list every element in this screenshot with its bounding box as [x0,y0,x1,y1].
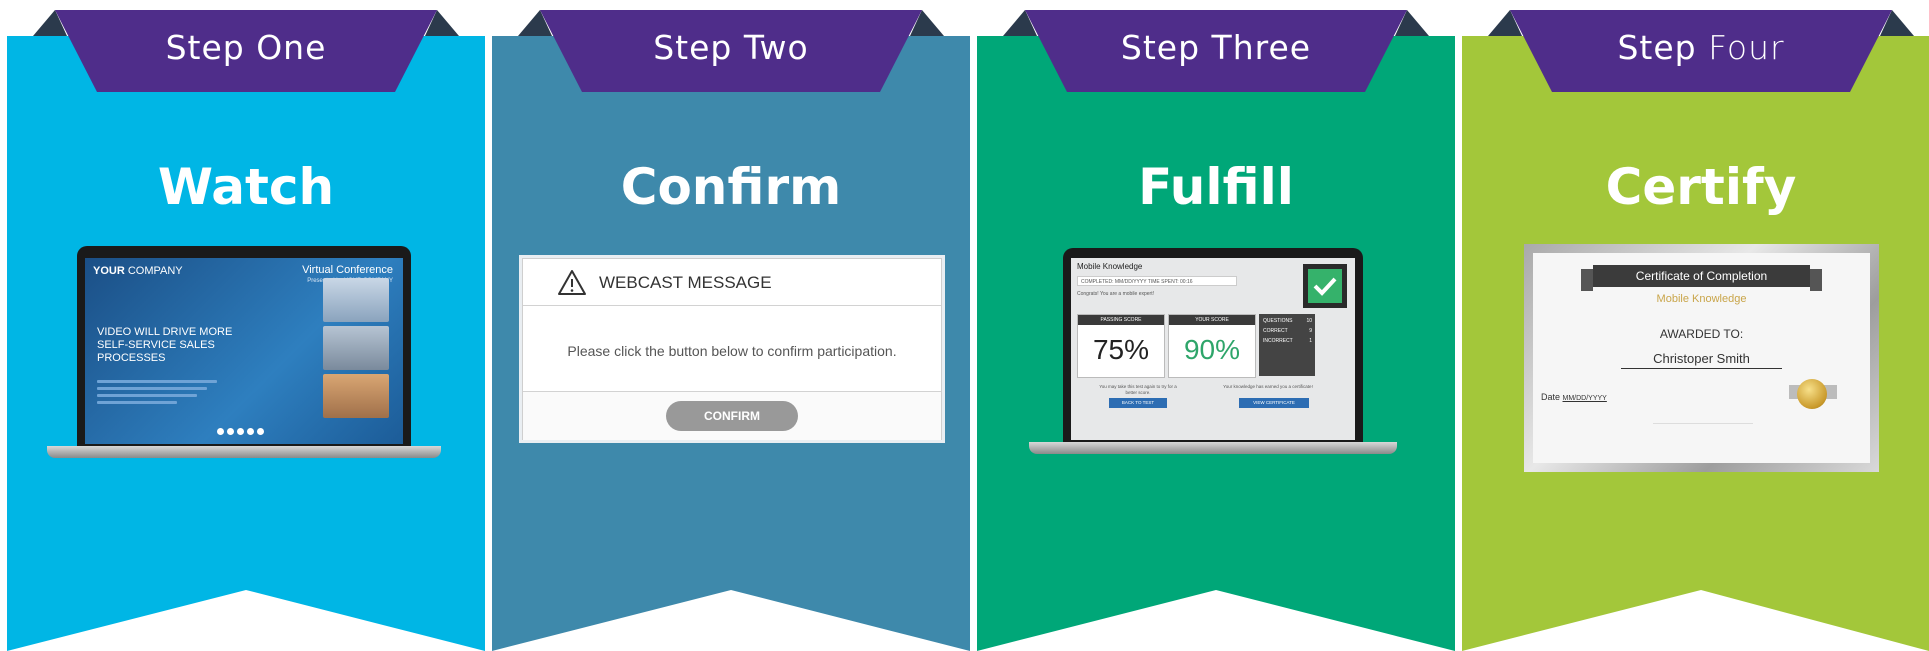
step-title: Fulfill [1138,158,1294,216]
view-certificate-button[interactable]: VIEW CERTIFICATE [1239,398,1309,408]
step-panel-certify: Step Four Certify Certificate of Complet… [1462,0,1929,651]
step-title: Confirm [620,158,842,216]
step-label: Step Three [1120,28,1312,67]
back-to-test-button[interactable]: BACK TO TEST [1109,398,1167,408]
webcast-headline: VIDEO WILL DRIVE MORE SELF-SERVICE SALES… [97,326,233,364]
event-name: Virtual Conference [302,264,393,276]
step-label: Step Four [1617,28,1785,67]
awarded-label: AWARDED TO: [1659,327,1744,341]
passing-score-label: PASSING SCORE [1078,315,1164,325]
your-score-box: YOUR SCORE 90% [1168,314,1256,378]
earned-note: Your knowledge has earned you a certific… [1223,384,1313,389]
certificate-course: Mobile Knowledge [1656,293,1747,305]
webcast-message-dialog: WEBCAST MESSAGE Please click the button … [522,258,942,440]
dialog-message: Please click the button below to confirm… [567,343,897,359]
confirm-button[interactable]: CONFIRM [666,401,798,431]
presenter-video [323,374,389,418]
retake-note: You may take this test again to try for … [1099,384,1177,395]
media-controls [217,428,264,435]
results-screen: Mobile Knowledge COMPLETED: MM/DD/YYYY T… [1071,258,1355,440]
step-panel-watch: Step One Watch YOUR COMPANY Virtual Conf… [7,0,485,651]
dialog-title: WEBCAST MESSAGE [599,273,772,292]
step-label: Step Two [653,28,809,67]
step-panel-confirm: Step Two Confirm WEBCAST MESSAGE Please … [492,0,970,651]
certificate-date: Date MM/DD/YYYY [1541,392,1607,402]
presenter-video [323,278,389,322]
recipient-name: Christoper Smith [1621,351,1782,369]
your-score-label: YOUR SCORE [1169,315,1255,325]
warning-icon [558,270,586,295]
step-title: Certify [1605,158,1797,216]
certificate-illustration: Certificate of Completion Mobile Knowled… [1524,244,1879,472]
presenter-video [323,326,389,370]
your-score-value: 90% [1183,334,1241,365]
question-stats: QUESTIONS 10 CORRECT 9 INCORRECT 1 [1259,314,1315,376]
step-label: Step One [165,28,327,67]
course-title: Mobile Knowledge [1077,262,1143,271]
gold-seal-icon [1797,379,1827,409]
company-name: YOUR COMPANY [93,265,183,277]
step-title: Watch [157,158,335,216]
completion-info: COMPLETED: MM/DD/YYYY TIME SPENT: 00:16 [1077,276,1237,286]
passing-score-value: 75% [1092,334,1150,365]
congrats-text: Congrats! You are a mobile expert! [1077,291,1154,297]
check-icon [1303,264,1347,308]
step-panel-fulfill: Step Three Fulfill Mobile Knowledge COMP… [977,0,1455,651]
passing-score-box: PASSING SCORE 75% [1077,314,1165,378]
webcast-body-text [97,380,217,408]
certificate-heading: Certificate of Completion [1593,265,1810,287]
webcast-screen: YOUR COMPANY Virtual Conference Presente… [85,258,403,444]
